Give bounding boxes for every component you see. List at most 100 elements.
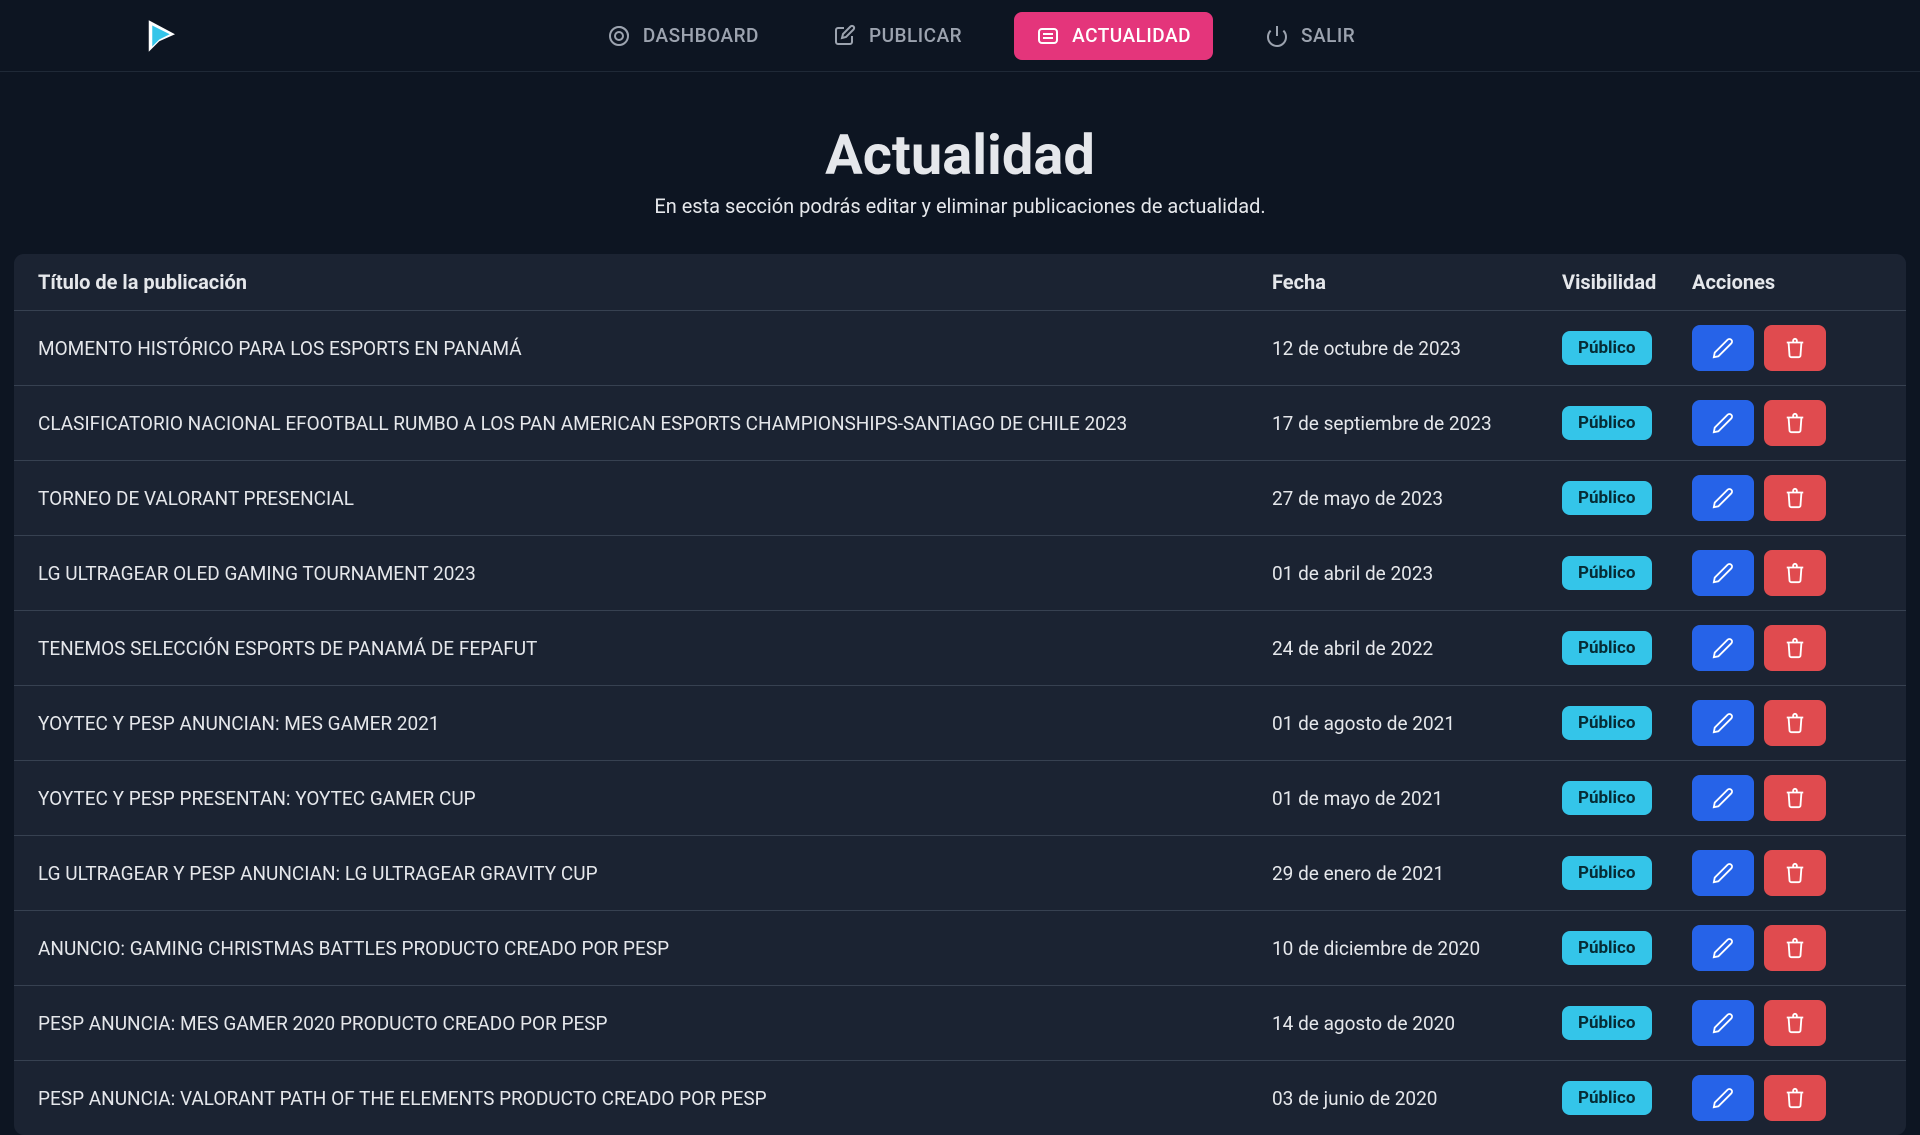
post-visibility: Público <box>1562 406 1692 440</box>
edit-button[interactable] <box>1692 700 1754 746</box>
post-actions <box>1692 625 1882 671</box>
post-title: ANUNCIO: GAMING CHRISTMAS BATTLES PRODUC… <box>38 937 1272 960</box>
post-title: LG ULTRAGEAR OLED GAMING TOURNAMENT 2023 <box>38 562 1272 585</box>
post-visibility: Público <box>1562 331 1692 365</box>
trash-icon <box>1784 337 1806 359</box>
post-actions <box>1692 1000 1882 1046</box>
nav-salir[interactable]: SALIR <box>1243 12 1377 60</box>
delete-button[interactable] <box>1764 700 1826 746</box>
pencil-icon <box>1712 337 1734 359</box>
th-actions: Acciones <box>1692 270 1882 294</box>
logo-icon <box>140 15 182 57</box>
nav-items: DASHBOARD PUBLICAR ACTUALIDAD SALIR <box>182 12 1780 60</box>
table-row: PESP ANUNCIA: VALORANT PATH OF THE ELEME… <box>14 1061 1906 1135</box>
delete-button[interactable] <box>1764 775 1826 821</box>
post-title: MOMENTO HISTÓRICO PARA LOS ESPORTS EN PA… <box>38 337 1272 360</box>
nav-label: ACTUALIDAD <box>1072 24 1191 47</box>
post-date: 27 de mayo de 2023 <box>1272 487 1562 510</box>
post-actions <box>1692 775 1882 821</box>
visibility-badge: Público <box>1562 631 1652 665</box>
post-title: PESP ANUNCIA: VALORANT PATH OF THE ELEME… <box>38 1087 1272 1110</box>
trash-icon <box>1784 862 1806 884</box>
post-title: TORNEO DE VALORANT PRESENCIAL <box>38 487 1272 510</box>
post-visibility: Público <box>1562 1081 1692 1115</box>
nav-publicar[interactable]: PUBLICAR <box>811 12 984 60</box>
table-row: YOYTEC Y PESP PRESENTAN: YOYTEC GAMER CU… <box>14 761 1906 836</box>
th-visibility: Visibilidad <box>1562 270 1692 294</box>
post-date: 12 de octubre de 2023 <box>1272 337 1562 360</box>
visibility-badge: Público <box>1562 931 1652 965</box>
table-row: TENEMOS SELECCIÓN ESPORTS DE PANAMÁ DE F… <box>14 611 1906 686</box>
trash-icon <box>1784 487 1806 509</box>
table-row: LG ULTRAGEAR Y PESP ANUNCIAN: LG ULTRAGE… <box>14 836 1906 911</box>
delete-button[interactable] <box>1764 325 1826 371</box>
trash-icon <box>1784 712 1806 734</box>
post-date: 17 de septiembre de 2023 <box>1272 412 1562 435</box>
dashboard-icon <box>607 24 631 48</box>
news-icon <box>1036 24 1060 48</box>
power-icon <box>1265 24 1289 48</box>
delete-button[interactable] <box>1764 1075 1826 1121</box>
trash-icon <box>1784 637 1806 659</box>
nav-actualidad[interactable]: ACTUALIDAD <box>1014 12 1213 60</box>
delete-button[interactable] <box>1764 550 1826 596</box>
post-date: 10 de diciembre de 2020 <box>1272 937 1562 960</box>
edit-icon <box>833 24 857 48</box>
post-date: 01 de mayo de 2021 <box>1272 787 1562 810</box>
post-date: 14 de agosto de 2020 <box>1272 1012 1562 1035</box>
th-title: Título de la publicación <box>38 270 1272 294</box>
th-date: Fecha <box>1272 270 1562 294</box>
edit-button[interactable] <box>1692 1075 1754 1121</box>
delete-button[interactable] <box>1764 850 1826 896</box>
edit-button[interactable] <box>1692 625 1754 671</box>
pencil-icon <box>1712 487 1734 509</box>
post-actions <box>1692 325 1882 371</box>
post-title: CLASIFICATORIO NACIONAL EFOOTBALL RUMBO … <box>38 412 1272 435</box>
table-row: LG ULTRAGEAR OLED GAMING TOURNAMENT 2023… <box>14 536 1906 611</box>
post-title: LG ULTRAGEAR Y PESP ANUNCIAN: LG ULTRAGE… <box>38 862 1272 885</box>
delete-button[interactable] <box>1764 475 1826 521</box>
post-visibility: Público <box>1562 856 1692 890</box>
table-row: PESP ANUNCIA: MES GAMER 2020 PRODUCTO CR… <box>14 986 1906 1061</box>
table-row: YOYTEC Y PESP ANUNCIAN: MES GAMER 202101… <box>14 686 1906 761</box>
visibility-badge: Público <box>1562 556 1652 590</box>
post-visibility: Público <box>1562 931 1692 965</box>
pencil-icon <box>1712 562 1734 584</box>
table-body: MOMENTO HISTÓRICO PARA LOS ESPORTS EN PA… <box>14 311 1906 1135</box>
visibility-badge: Público <box>1562 331 1652 365</box>
table-header: Título de la publicación Fecha Visibilid… <box>14 254 1906 311</box>
edit-button[interactable] <box>1692 400 1754 446</box>
pencil-icon <box>1712 1087 1734 1109</box>
edit-button[interactable] <box>1692 550 1754 596</box>
edit-button[interactable] <box>1692 775 1754 821</box>
edit-button[interactable] <box>1692 850 1754 896</box>
visibility-badge: Público <box>1562 856 1652 890</box>
table-row: ANUNCIO: GAMING CHRISTMAS BATTLES PRODUC… <box>14 911 1906 986</box>
edit-button[interactable] <box>1692 475 1754 521</box>
table-row: CLASIFICATORIO NACIONAL EFOOTBALL RUMBO … <box>14 386 1906 461</box>
table-row: TORNEO DE VALORANT PRESENCIAL27 de mayo … <box>14 461 1906 536</box>
visibility-badge: Público <box>1562 481 1652 515</box>
visibility-badge: Público <box>1562 706 1652 740</box>
post-visibility: Público <box>1562 1006 1692 1040</box>
post-actions <box>1692 850 1882 896</box>
navbar: DASHBOARD PUBLICAR ACTUALIDAD SALIR <box>0 0 1920 72</box>
page-header: Actualidad En esta sección podrás editar… <box>14 122 1906 218</box>
pencil-icon <box>1712 412 1734 434</box>
pencil-icon <box>1712 937 1734 959</box>
visibility-badge: Público <box>1562 1081 1652 1115</box>
delete-button[interactable] <box>1764 1000 1826 1046</box>
post-actions <box>1692 1075 1882 1121</box>
page-subtitle: En esta sección podrás editar y eliminar… <box>14 194 1906 218</box>
delete-button[interactable] <box>1764 400 1826 446</box>
delete-button[interactable] <box>1764 625 1826 671</box>
edit-button[interactable] <box>1692 325 1754 371</box>
nav-dashboard[interactable]: DASHBOARD <box>585 12 781 60</box>
edit-button[interactable] <box>1692 1000 1754 1046</box>
logo[interactable] <box>140 15 182 57</box>
nav-label: SALIR <box>1301 24 1355 47</box>
post-actions <box>1692 700 1882 746</box>
delete-button[interactable] <box>1764 925 1826 971</box>
post-date: 29 de enero de 2021 <box>1272 862 1562 885</box>
edit-button[interactable] <box>1692 925 1754 971</box>
